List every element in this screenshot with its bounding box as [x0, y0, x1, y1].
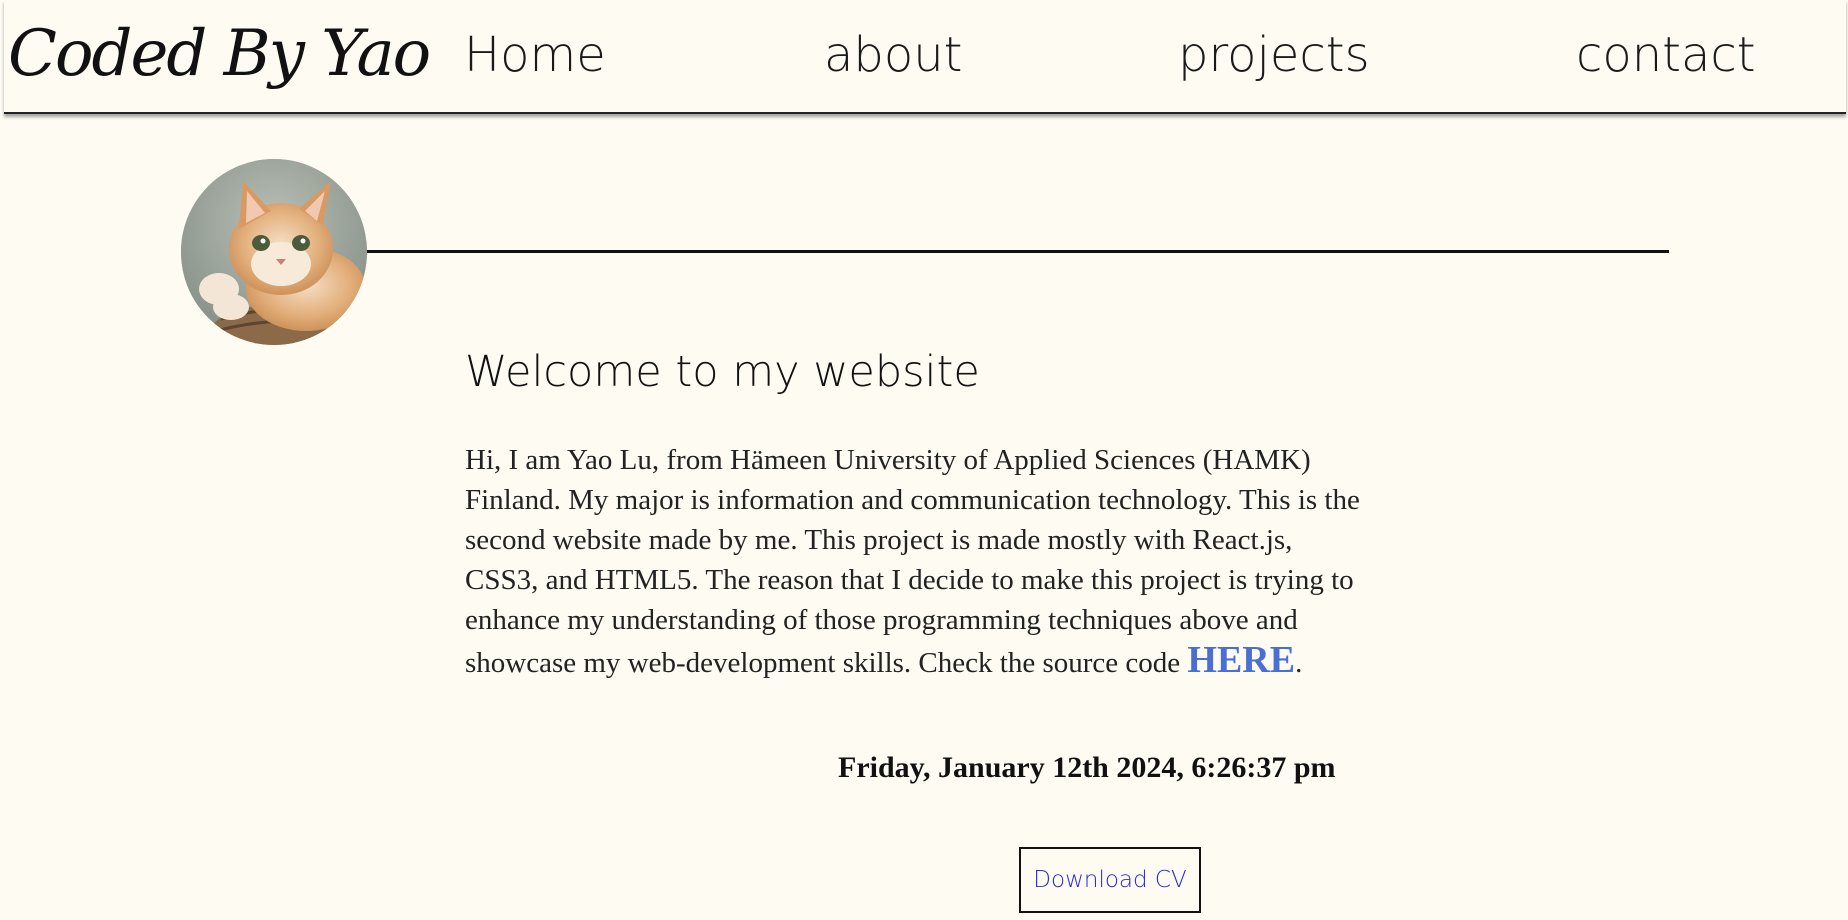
nav-contact-link[interactable]: contact: [1576, 20, 1756, 90]
current-datetime: Friday, January 12th 2024, 6:26:37 pm: [838, 751, 1336, 784]
avatar: [181, 159, 367, 345]
site-header: Coded By Yao Home about projects contact: [4, 0, 1846, 114]
nav-projects-link[interactable]: projects: [1178, 20, 1370, 90]
nav-about-link[interactable]: about: [824, 20, 963, 90]
nav-home-link[interactable]: Home: [464, 20, 606, 90]
download-cv-button[interactable]: Download CV: [1019, 847, 1201, 913]
intro-end: .: [1295, 647, 1303, 679]
source-code-link[interactable]: HERE: [1187, 639, 1295, 681]
site-logo[interactable]: Coded By Yao: [8, 6, 431, 102]
profile-divider: [367, 250, 1669, 253]
cat-photo-avatar-icon: [181, 159, 367, 345]
page-title: Welcome to my website: [465, 347, 980, 397]
intro-paragraph: Hi, I am Yao Lu, from Hämeen University …: [465, 440, 1365, 683]
